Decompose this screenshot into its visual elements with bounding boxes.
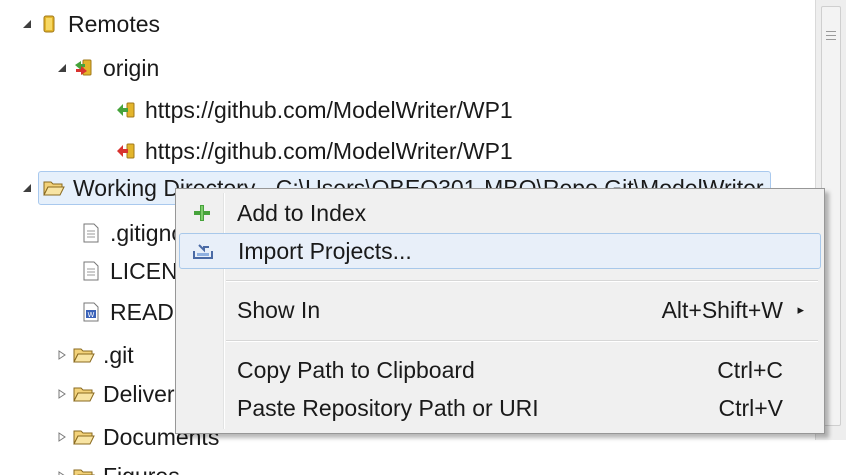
thumb-grip-line [826,35,836,36]
tree-node-fetch-url[interactable]: https://github.com/ModelWriter/WP1 [115,92,513,128]
text-file-icon [80,222,102,244]
remotes-label: Remotes [68,11,161,37]
menu-separator [226,340,818,342]
menu-item-paste-repository-path[interactable]: Paste Repository Path or URI Ctrl+V [179,390,821,426]
menu-separator [226,280,818,282]
thumb-grip-line [826,39,836,40]
collapsed-triangle-icon[interactable] [55,348,69,362]
open-folder-icon [43,177,65,199]
menu-item-show-in[interactable]: Show In Alt+Shift+W ▸ [179,292,821,328]
remotes-icon [38,13,60,35]
origin-label: origin [103,55,160,81]
menu-item-label: Paste Repository Path or URI [237,394,539,421]
fetch-icon [115,99,137,121]
tree-node-folder[interactable]: .git [55,337,134,373]
tree-node-remotes[interactable]: Remotes [20,6,160,42]
thumb-grip-line [826,31,836,32]
folder-label: Figures [103,461,180,475]
collapsed-triangle-icon[interactable] [55,387,69,401]
tree-node-folder[interactable]: Figures [55,458,180,475]
collapsed-triangle-icon[interactable] [55,469,69,475]
fetch-url-label: https://github.com/ModelWriter/WP1 [145,97,513,123]
expanded-triangle-icon[interactable] [20,181,34,195]
import-projects-icon [180,242,226,260]
menu-item-shortcut: Ctrl+V [718,394,783,421]
menu-item-label: Import Projects... [238,237,412,264]
word-file-icon: W [80,301,102,323]
menu-item-add-to-index[interactable]: Add to Index [179,195,821,231]
menu-item-label: Add to Index [237,199,367,226]
folder-icon [73,383,95,405]
menu-item-shortcut: Alt+Shift+W [661,296,783,323]
plus-icon [179,204,225,222]
menu-item-label: Copy Path to Clipboard [237,356,475,383]
collapsed-triangle-icon[interactable] [55,430,69,444]
push-url-label: https://github.com/ModelWriter/WP1 [145,138,513,164]
tree-node-origin[interactable]: origin [55,50,159,86]
folder-icon [73,465,95,475]
tree-node-push-url[interactable]: https://github.com/ModelWriter/WP1 [115,133,513,169]
menu-item-label: Show In [237,296,321,323]
text-file-icon [80,260,102,282]
menu-item-copy-path[interactable]: Copy Path to Clipboard Ctrl+C [179,352,821,388]
menu-item-import-projects[interactable]: Import Projects... [179,233,821,269]
expanded-triangle-icon[interactable] [55,61,69,75]
remote-config-icon [73,57,95,79]
menu-item-shortcut: Ctrl+C [717,356,783,383]
expanded-triangle-icon[interactable] [20,17,34,31]
folder-label: .git [103,342,134,368]
svg-text:W: W [88,311,95,319]
folder-icon [73,344,95,366]
folder-icon [73,426,95,448]
push-icon [115,140,137,162]
context-menu: Add to Index Import Projects... Show In … [175,188,825,434]
submenu-arrow-icon: ▸ [797,302,804,317]
